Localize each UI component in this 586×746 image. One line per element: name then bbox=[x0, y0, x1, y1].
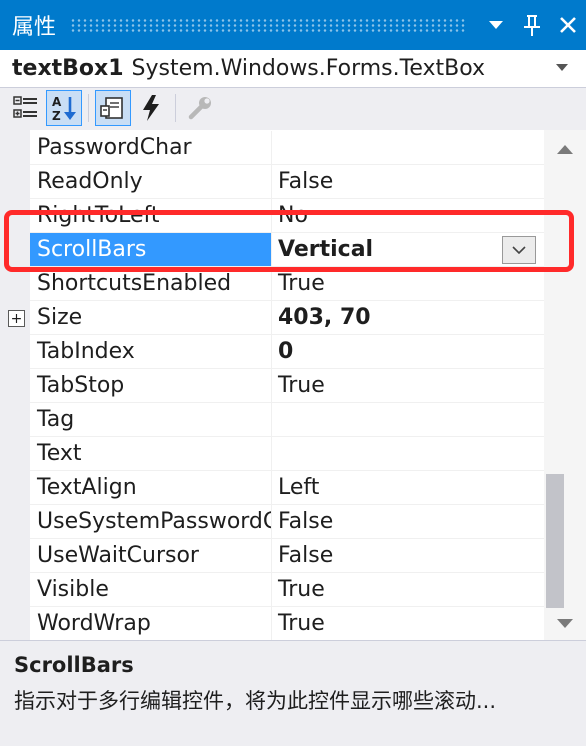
chevron-down-icon bbox=[512, 246, 526, 254]
property-row[interactable]: WordWrap True bbox=[0, 607, 544, 640]
property-name[interactable]: ScrollBars bbox=[30, 233, 272, 267]
property-row[interactable]: UseWaitCursor False bbox=[0, 539, 544, 573]
description-pane: ScrollBars 指示对于多行编辑控件，将为此控件显示哪些滚动... bbox=[0, 640, 586, 746]
property-value[interactable] bbox=[272, 403, 544, 437]
chevron-down-icon[interactable] bbox=[556, 64, 568, 71]
lightning-icon bbox=[143, 95, 159, 121]
property-name[interactable]: RightToLeft bbox=[30, 199, 272, 233]
categorized-icon bbox=[13, 96, 37, 118]
property-row[interactable]: ReadOnly False bbox=[0, 165, 544, 199]
dropdown-arrow-icon bbox=[489, 21, 503, 29]
window-position-dropdown-button[interactable] bbox=[478, 0, 514, 50]
object-selector[interactable]: textBox1 System.Windows.Forms.TextBox bbox=[0, 50, 586, 88]
svg-text:Z: Z bbox=[52, 109, 61, 122]
description-title: ScrollBars bbox=[14, 653, 134, 677]
property-row[interactable]: Text bbox=[0, 437, 544, 471]
object-name: textBox1 bbox=[12, 56, 124, 81]
close-button[interactable] bbox=[550, 0, 586, 50]
property-name[interactable]: Tag bbox=[30, 403, 272, 437]
property-name[interactable]: ReadOnly bbox=[30, 165, 272, 199]
property-name[interactable]: TabIndex bbox=[30, 335, 272, 369]
property-value[interactable]: 0 bbox=[272, 335, 544, 369]
property-toolbar: A Z bbox=[0, 88, 586, 128]
toolbar-separator bbox=[175, 94, 176, 122]
object-type: System.Windows.Forms.TextBox bbox=[131, 56, 486, 81]
property-value[interactable] bbox=[272, 131, 544, 165]
property-name[interactable]: PasswordChar bbox=[30, 131, 272, 165]
arrow-down-icon bbox=[557, 618, 573, 628]
property-value[interactable]: No bbox=[272, 199, 544, 233]
events-button[interactable] bbox=[133, 90, 169, 126]
property-name[interactable]: TextAlign bbox=[30, 471, 272, 505]
property-value[interactable]: True bbox=[272, 573, 544, 607]
vertical-scrollbar[interactable] bbox=[544, 130, 586, 640]
property-row[interactable]: UseSystemPasswordCharFalse bbox=[0, 505, 544, 539]
property-row[interactable]: ShortcutsEnabled True bbox=[0, 267, 544, 301]
property-row[interactable]: Visible True bbox=[0, 573, 544, 607]
categorized-button[interactable] bbox=[8, 90, 44, 126]
property-row[interactable]: PasswordChar bbox=[0, 131, 544, 165]
expand-icon[interactable]: + bbox=[8, 310, 25, 327]
property-value[interactable]: False bbox=[272, 505, 544, 539]
drag-grip[interactable] bbox=[70, 18, 466, 32]
property-name[interactable]: UseWaitCursor bbox=[30, 539, 272, 573]
alphabetical-button[interactable]: A Z bbox=[46, 90, 82, 126]
property-name[interactable]: Size bbox=[30, 301, 272, 335]
wrench-icon bbox=[188, 97, 211, 120]
property-name[interactable]: TabStop bbox=[30, 369, 272, 403]
property-row[interactable]: + Size 403, 70 bbox=[0, 301, 544, 335]
auto-hide-pin-button[interactable] bbox=[514, 0, 550, 50]
panel-title: 属性 bbox=[12, 15, 57, 40]
property-value[interactable]: True bbox=[272, 607, 544, 640]
property-name[interactable]: ShortcutsEnabled bbox=[30, 267, 272, 301]
property-name[interactable]: Text bbox=[30, 437, 272, 471]
description-text: 指示对于多行编辑控件，将为此控件显示哪些滚动... bbox=[14, 689, 497, 713]
arrow-up-icon bbox=[557, 144, 573, 154]
title-bar: 属性 bbox=[0, 0, 586, 50]
value-dropdown-button[interactable] bbox=[502, 236, 536, 264]
toolbar-separator bbox=[88, 94, 89, 122]
property-row[interactable]: ScrollBars Vertical bbox=[0, 233, 544, 267]
scroll-down-button[interactable] bbox=[544, 612, 586, 634]
properties-icon bbox=[100, 97, 123, 119]
property-value[interactable]: True bbox=[272, 369, 544, 403]
alphabetical-sort-icon: A Z bbox=[52, 95, 76, 122]
property-row[interactable]: Tag bbox=[0, 403, 544, 437]
scrollbar-thumb[interactable] bbox=[546, 474, 564, 608]
property-name[interactable]: UseSystemPasswordChar bbox=[30, 505, 272, 539]
properties-button[interactable] bbox=[95, 90, 131, 126]
property-row[interactable]: TabStop True bbox=[0, 369, 544, 403]
property-grid[interactable]: PasswordChar ReadOnly False RightToLeft No Sc… bbox=[0, 130, 586, 640]
property-row[interactable]: TextAlign Left bbox=[0, 471, 544, 505]
property-name[interactable]: WordWrap bbox=[30, 607, 272, 640]
property-row[interactable]: RightToLeft No bbox=[0, 199, 544, 233]
property-value[interactable]: True bbox=[272, 267, 544, 301]
svg-text:A: A bbox=[52, 95, 62, 109]
property-value[interactable] bbox=[272, 437, 544, 471]
property-value[interactable]: Left bbox=[272, 471, 544, 505]
pin-icon bbox=[524, 15, 540, 36]
property-value[interactable]: False bbox=[272, 165, 544, 199]
property-pages-button[interactable] bbox=[182, 90, 218, 126]
property-value[interactable]: False bbox=[272, 539, 544, 573]
close-icon bbox=[560, 17, 576, 33]
property-name[interactable]: Visible bbox=[30, 573, 272, 607]
property-row[interactable]: TabIndex 0 bbox=[0, 335, 544, 369]
property-value[interactable]: 403, 70 bbox=[272, 301, 544, 335]
scroll-up-button[interactable] bbox=[544, 138, 586, 160]
